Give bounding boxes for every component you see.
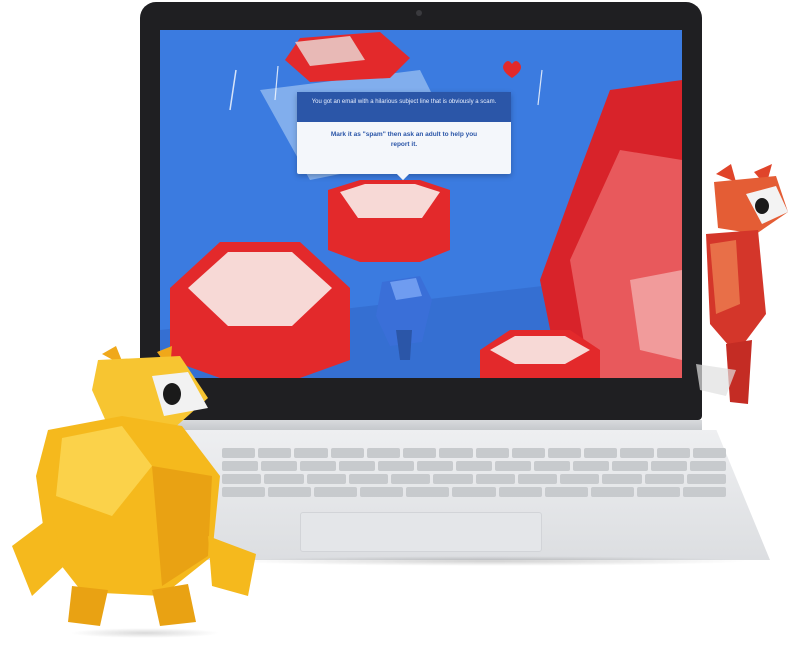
hint-dialog: You got an email with a hilarious subjec…: [297, 92, 511, 174]
heart-icon: [503, 61, 521, 78]
red-fox-character: [696, 164, 788, 404]
dialog-message: Mark it as "spam" then ask an adult to h…: [330, 131, 478, 148]
keyboard: [222, 448, 727, 508]
game-screen: You got an email with a hilarious subjec…: [160, 30, 682, 378]
dialog-header: You got an email with a hilarious subjec…: [297, 92, 511, 122]
laptop-shadow: [230, 556, 750, 566]
yellow-robot-character: [12, 346, 256, 626]
center-hexagon-top: [340, 184, 440, 218]
character-shadow: [70, 628, 220, 638]
webcam-icon: [416, 10, 422, 16]
game-scene: [160, 32, 682, 378]
trackpad: [300, 512, 542, 552]
